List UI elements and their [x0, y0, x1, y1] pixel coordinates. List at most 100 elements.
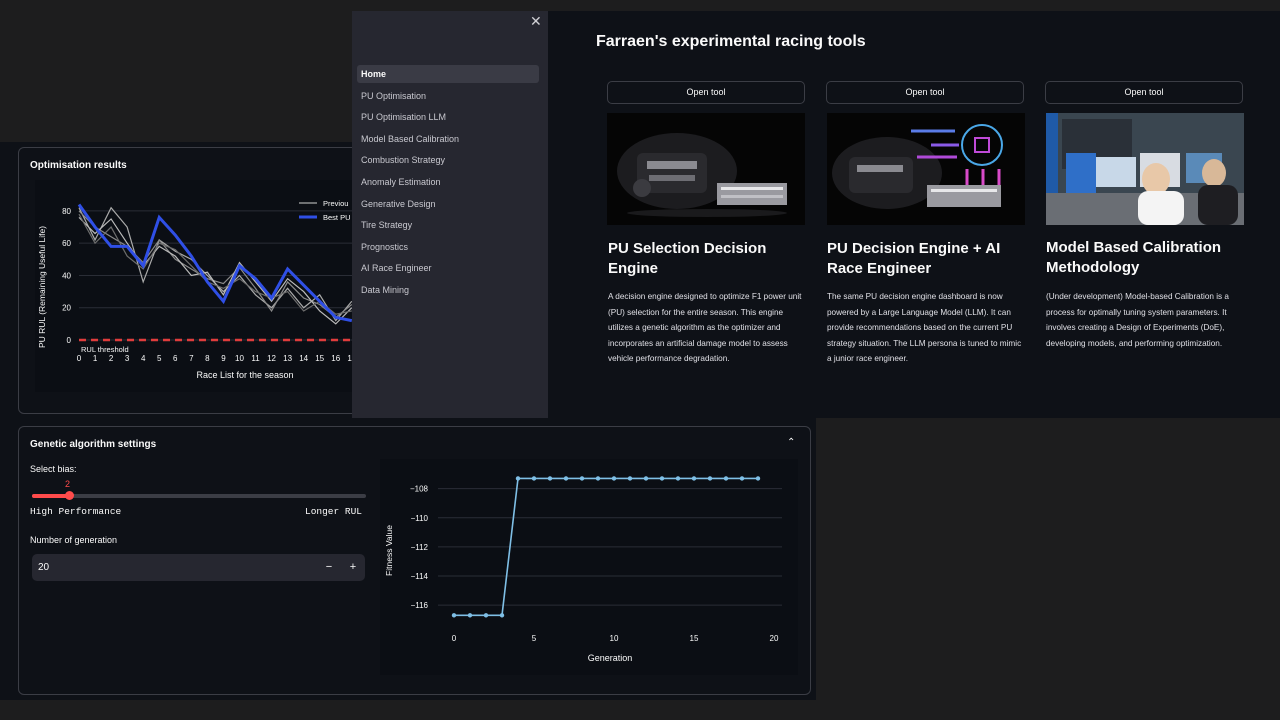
legend-label: Previou [323, 199, 348, 208]
bias-label: Select bias: [30, 464, 77, 474]
y-tick-label: −116 [411, 601, 429, 610]
bias-slider-thumb[interactable] [64, 491, 74, 500]
x-tick-label: 0 [452, 634, 457, 643]
x-tick-label: 13 [283, 354, 292, 363]
open-tool-button-2[interactable]: Open tool [826, 81, 1024, 104]
fitness-point [675, 476, 681, 481]
fitness-point [483, 613, 489, 618]
x-axis-label: Race List for the season [196, 370, 293, 380]
sidebar-item-generative-design[interactable]: Generative Design [357, 195, 539, 213]
x-tick-label: 9 [221, 354, 226, 363]
generation-label: Number of generation [30, 535, 118, 545]
legend-label: Best PU [323, 213, 351, 222]
optimisation-results-panel: Optimisation results 0 20 40 60 80 0 12 3 4 5 6 7 8… [18, 147, 358, 414]
x-tick-label: 16 [331, 354, 340, 363]
fitness-point [707, 476, 713, 481]
tool-description-3: (Under development) Model-based Calibrat… [1046, 292, 1229, 348]
x-tick-label: 10 [610, 634, 619, 643]
y-tick-label: 20 [62, 304, 71, 313]
fitness-point [531, 476, 537, 481]
background-right-bottom [816, 420, 1280, 720]
y-axis-label: PU RUL (Remaining Useful Life) [37, 226, 47, 348]
sidebar-item-model-based-calibration[interactable]: Model Based Calibration [357, 130, 539, 148]
x-tick-label: 4 [141, 354, 146, 363]
x-tick-label: 7 [189, 354, 194, 363]
y-tick-label: −110 [411, 514, 429, 523]
optimisation-results-title: Optimisation results [30, 160, 127, 171]
x-tick-label: 10 [235, 354, 244, 363]
rul-threshold-label: RUL threshold [81, 345, 129, 354]
increment-button[interactable]: + [344, 559, 362, 575]
x-tick-label: 1 [93, 354, 98, 363]
bias-max-label: Longer RUL [305, 506, 363, 517]
bias-slider-value: 2 [65, 479, 71, 489]
pu-engine-image [607, 113, 805, 225]
sidebar-item-anomaly-estimation[interactable]: Anomaly Estimation [357, 173, 539, 191]
bias-min-label: High Performance [30, 506, 122, 517]
x-tick-label: 6 [173, 354, 178, 363]
x-tick-label: 15 [690, 634, 699, 643]
fitness-point [643, 476, 649, 481]
generation-number-input[interactable]: 20 − + [32, 554, 365, 581]
tool-heading-2: PU Decision Engine + AI Race Engineer [827, 240, 1001, 277]
tool-description-1: A decision engine designed to optimize F… [608, 292, 802, 363]
fitness-point [723, 476, 729, 481]
fitness-point [467, 613, 473, 618]
x-tick-label: 20 [770, 634, 779, 643]
y-tick-label: 0 [67, 336, 72, 345]
page-title: Farraen's experimental racing tools [596, 33, 866, 50]
generation-value[interactable]: 20 [38, 562, 49, 573]
background-top [0, 0, 352, 142]
y-tick-label: −108 [410, 485, 429, 494]
sidebar-item-ai-race-engineer[interactable]: AI Race Engineer [357, 259, 539, 277]
tool-description-2: The same PU decision engine dashboard is… [827, 292, 1022, 363]
fitness-point [611, 476, 617, 481]
x-tick-label: 11 [251, 354, 260, 363]
bias-slider[interactable] [32, 491, 366, 500]
fitness-point [579, 476, 585, 481]
sidebar-item-combustion-strategy[interactable]: Combustion Strategy [357, 151, 539, 169]
close-icon[interactable]: ✕ [530, 13, 542, 30]
y-tick-label: 80 [62, 207, 71, 216]
fitness-point [451, 613, 457, 618]
sidebar-item-pu-optimisation-llm[interactable]: PU Optimisation LLM [357, 108, 539, 126]
fitness-chart: −116 −114 −112 −110 −108 0 5 10 15 20 Generation F… [380, 459, 798, 675]
fitness-point [627, 476, 633, 481]
y-tick-label: −114 [411, 572, 429, 581]
background-bottom [0, 700, 1280, 720]
sidebar: ✕ Home PU Optimisation PU Optimisation LLM… [352, 11, 548, 418]
fitness-point [595, 476, 601, 481]
fitness-point [739, 476, 745, 481]
fitness-point [547, 476, 553, 481]
open-tool-button-1[interactable]: Open tool [607, 81, 805, 104]
x-tick-label: 5 [532, 634, 537, 643]
chevron-up-icon[interactable]: ⌃ [787, 437, 795, 448]
sidebar-item-pu-optimisation[interactable]: PU Optimisation [357, 87, 539, 105]
fitness-point [659, 476, 665, 481]
fitness-point [755, 476, 761, 481]
x-tick-label: 3 [125, 354, 130, 363]
sidebar-item-tire-strategy[interactable]: Tire Strategy [357, 216, 539, 234]
decrement-button[interactable]: − [320, 559, 338, 575]
sidebar-item-data-mining[interactable]: Data Mining [357, 281, 539, 299]
sidebar-item-home[interactable]: Home [357, 65, 539, 83]
calibration-lab-image [1046, 113, 1244, 225]
sidebar-item-prognostics[interactable]: Prognostics [357, 238, 539, 256]
y-tick-label: 60 [62, 239, 71, 248]
y-tick-label: −112 [411, 543, 429, 552]
x-tick-label: 0 [77, 354, 82, 363]
fitness-point [515, 476, 521, 481]
pu-ai-engine-image [827, 113, 1025, 225]
x-axis-label: Generation [588, 653, 633, 663]
open-tool-button-3[interactable]: Open tool [1045, 81, 1243, 104]
y-tick-label: 40 [62, 271, 71, 280]
x-tick-label: 5 [157, 354, 162, 363]
rul-chart: 020406080 01234567891011121314151617Race… [35, 180, 355, 392]
fitness-point [499, 613, 505, 618]
bias-slider-fill [32, 494, 69, 498]
x-tick-label: 8 [205, 354, 210, 363]
x-tick-label: 12 [267, 354, 276, 363]
fitness-point [691, 476, 697, 481]
ga-settings-title: Genetic algorithm settings [30, 439, 157, 450]
tool-heading-3: Model Based Calibration Methodology [1046, 239, 1222, 276]
